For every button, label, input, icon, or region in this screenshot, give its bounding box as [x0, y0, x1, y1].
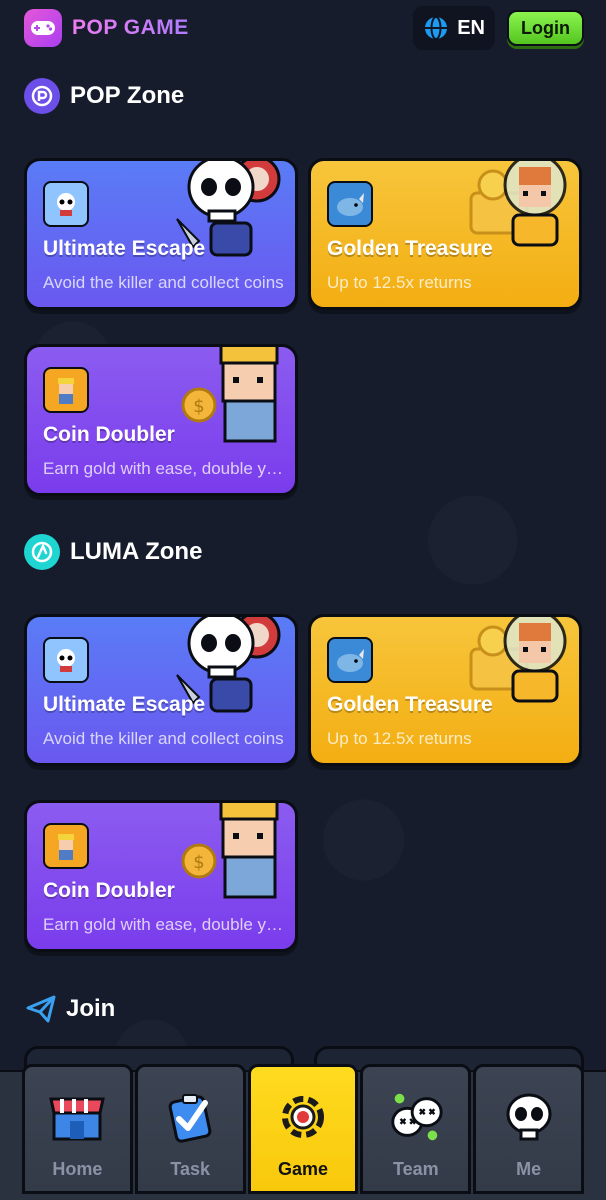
pop-zone-icon	[24, 78, 60, 114]
nav-item-task[interactable]: Task	[134, 1064, 246, 1194]
coin-miner-character-icon: $	[169, 803, 289, 906]
game-description: Earn gold with ease, double your coins	[43, 459, 291, 478]
game-description: Earn gold with ease, double your coins	[43, 915, 291, 934]
nav-item-game[interactable]: Game	[247, 1064, 359, 1194]
luma-zone-heading: LUMA Zone	[24, 534, 202, 570]
shop-icon	[47, 1087, 107, 1147]
game-card-golden-treasure[interactable]: Golden Treasure Up to 12.5x returns	[308, 614, 582, 766]
paper-plane-icon	[26, 995, 56, 1023]
game-description: Avoid the killer and collect coins	[43, 729, 284, 748]
globe-icon	[425, 16, 448, 40]
game-card-ultimate-escape[interactable]: Ultimate Escape Avoid the killer and col…	[24, 614, 298, 766]
join-heading: Join	[24, 992, 115, 1026]
language-code: EN	[457, 16, 486, 39]
game-description: Avoid the killer and collect coins	[43, 273, 284, 292]
nav-label: Task	[170, 1159, 211, 1179]
nav-item-team[interactable]: Team	[360, 1064, 472, 1194]
game-thumbnail	[43, 637, 89, 683]
game-card-coin-doubler[interactable]: $ Coin Doubler Earn gold with ease, doub…	[24, 800, 298, 952]
top-header: POP GAME EN Login	[0, 0, 606, 56]
nav-item-home[interactable]: Home	[22, 1064, 133, 1194]
target-gear-icon	[273, 1087, 333, 1147]
pop-zone-heading: POP Zone	[24, 78, 184, 114]
nav-label: Game	[277, 1159, 328, 1179]
luma-zone-icon	[24, 534, 60, 570]
login-button[interactable]: Login	[507, 10, 584, 46]
game-name: Ultimate Escape	[43, 693, 206, 716]
section-title: POP Zone	[70, 82, 185, 109]
game-card-coin-doubler[interactable]: $ Coin Doubler Earn gold with ease, doub…	[24, 344, 298, 496]
section-title: Join	[66, 995, 116, 1022]
game-name: Golden Treasure	[327, 693, 493, 716]
game-name: Ultimate Escape	[43, 237, 206, 260]
brand[interactable]: POP GAME	[24, 9, 189, 47]
nav-label: Team	[392, 1159, 439, 1179]
game-name: Coin Doubler	[43, 423, 175, 446]
svg-text:$: $	[193, 852, 204, 873]
game-description: Up to 12.5x returns	[327, 729, 472, 748]
game-thumbnail	[43, 823, 89, 869]
game-thumbnail	[43, 367, 89, 413]
skull-icon	[499, 1087, 559, 1147]
bottom-navigation: Home Task Game Team Me	[0, 1064, 606, 1200]
game-thumbnail	[327, 181, 373, 227]
gamepad-logo-icon	[24, 9, 62, 47]
game-description: Up to 12.5x returns	[327, 273, 472, 292]
game-thumbnail	[327, 637, 373, 683]
game-name: Coin Doubler	[43, 879, 175, 902]
coin-miner-character-icon: $	[169, 347, 289, 450]
game-name: Golden Treasure	[327, 237, 493, 260]
clipboard-check-icon	[160, 1087, 220, 1147]
skulls-icon	[386, 1087, 446, 1147]
section-title: LUMA Zone	[70, 538, 203, 565]
nav-item-me[interactable]: Me	[473, 1064, 584, 1194]
nav-label: Home	[52, 1159, 103, 1179]
brand-title: POP GAME	[72, 16, 189, 39]
game-card-golden-treasure[interactable]: Golden Treasure Up to 12.5x returns	[308, 158, 582, 310]
language-selector[interactable]: EN	[413, 6, 496, 50]
game-card-ultimate-escape[interactable]: Ultimate Escape Avoid the killer and col…	[24, 158, 298, 310]
game-thumbnail	[43, 181, 89, 227]
svg-text:$: $	[193, 396, 204, 417]
nav-label: Me	[516, 1159, 542, 1179]
